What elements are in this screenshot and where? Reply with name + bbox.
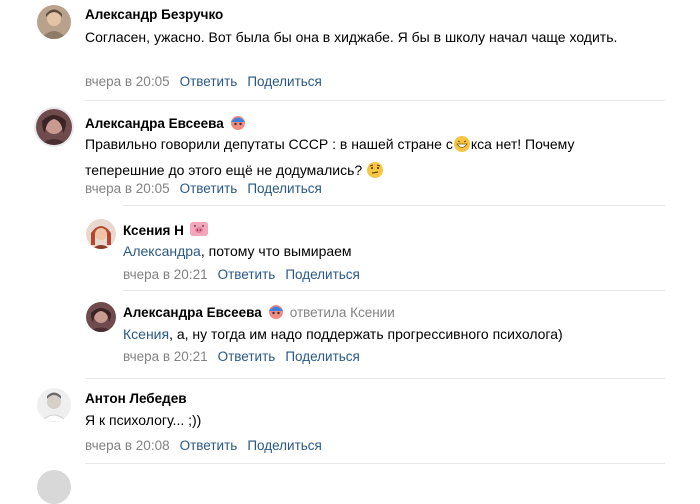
mention-link[interactable]: Ксения <box>123 326 169 342</box>
comment-author[interactable]: Александра Евсеева <box>123 305 262 320</box>
comment-text: Я к психологу... ;)) <box>85 412 202 428</box>
avatar[interactable] <box>37 5 71 39</box>
thinking-emoji-icon <box>366 161 384 185</box>
avatar[interactable] <box>86 219 116 249</box>
mention-link[interactable]: Александра <box>123 243 201 259</box>
comment-text: Ксения, а, ну тогда им надо поддержать п… <box>123 326 563 342</box>
cap-badge-icon <box>267 302 285 323</box>
comment-item: Антон Лебедев Я к психологу... ;)) вчера… <box>0 378 700 474</box>
comment-time[interactable]: вчера в 20:21 <box>123 349 208 364</box>
reply-button[interactable]: Ответить <box>180 181 238 196</box>
cap-badge-icon <box>229 113 247 134</box>
comment-author[interactable]: Александр Безручко <box>85 7 223 22</box>
comment-text: Александра, потому что вымираем <box>123 243 352 259</box>
comment-meta: вчера в 20:21 Ответить Поделиться <box>123 267 360 282</box>
reply-button[interactable]: Ответить <box>218 349 276 364</box>
comment-author[interactable]: Александра Евсеева <box>85 116 224 131</box>
share-button[interactable]: Поделиться <box>285 267 360 282</box>
share-button[interactable]: Поделиться <box>285 349 360 364</box>
comment-author[interactable]: Антон Лебедев <box>85 391 187 406</box>
comment-meta: вчера в 20:05 Ответить Поделиться <box>85 181 322 196</box>
comment-time[interactable]: вчера в 20:21 <box>123 267 208 282</box>
comment-meta: вчера в 20:21 Ответить Поделиться <box>123 349 360 364</box>
divider <box>85 463 665 464</box>
share-button[interactable]: Поделиться <box>247 181 322 196</box>
reply-button[interactable]: Ответить <box>180 74 238 89</box>
comment-time[interactable]: вчера в 20:05 <box>85 181 170 196</box>
reply-button[interactable]: Ответить <box>218 267 276 282</box>
grin-emoji-icon <box>453 135 471 159</box>
share-button[interactable]: Поделиться <box>247 438 322 453</box>
comment-header: Ксения Н <box>123 221 209 240</box>
avatar[interactable] <box>36 109 72 145</box>
comment-item: Александра Евсеева ответила Ксении Ксени… <box>0 290 700 378</box>
comment-item: Александр Безручко Согласен, ужасно. Вот… <box>0 0 700 100</box>
comment-item: Александра Евсеева Правильно говорили де… <box>0 100 700 200</box>
replied-to-label[interactable]: ответила Ксении <box>290 305 395 320</box>
comment-time[interactable]: вчера в 20:08 <box>85 438 170 453</box>
comment-meta: вчера в 20:05 Ответить Поделиться <box>85 74 322 89</box>
avatar[interactable] <box>37 388 71 422</box>
comment-time[interactable]: вчера в 20:05 <box>85 74 170 89</box>
avatar[interactable] <box>86 302 116 332</box>
share-button[interactable]: Поделиться <box>247 74 322 89</box>
avatar[interactable] <box>37 470 71 504</box>
comment-header: Александра Евсеева ответила Ксении <box>123 302 395 323</box>
reply-button[interactable]: Ответить <box>180 438 238 453</box>
comment-item: Ксения Н Александра, потому что вымираем… <box>0 205 700 290</box>
comment-author[interactable]: Ксения Н <box>123 223 184 238</box>
comment-meta: вчера в 20:08 Ответить Поделиться <box>85 438 322 453</box>
comment-text: Правильно говорили депутаты СССР : в наш… <box>85 133 665 185</box>
comment-text: Согласен, ужасно. Вот была бы она в хидж… <box>85 29 618 45</box>
comment-header: Александра Евсеева <box>85 113 247 134</box>
pig-badge-icon <box>189 221 209 240</box>
